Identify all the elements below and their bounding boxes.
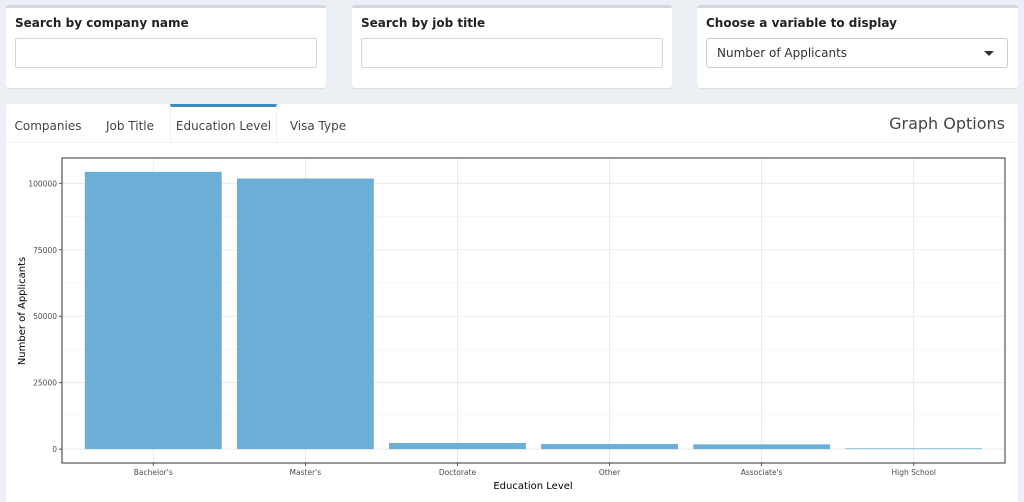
y-tick-label: 75000	[33, 246, 57, 255]
x-tick-label: Associate's	[741, 468, 783, 477]
education-level-bar-chart: 0 25000 50000 75000 100000 Bachelor's Master's…	[17, 157, 1006, 492]
y-tick-label: 25000	[33, 379, 57, 388]
y-tick-label: 50000	[33, 312, 57, 321]
x-tick-label: Bachelor's	[134, 468, 173, 477]
job-title-search-card: Search by job title	[352, 5, 672, 88]
main-panel: Companies Job Title Education Level Visa…	[6, 104, 1018, 502]
company-search-label: Search by company name	[15, 16, 189, 30]
bar	[541, 444, 678, 450]
x-tick-label: Master's	[290, 468, 322, 477]
x-axis-title: Education Level	[493, 481, 572, 492]
bar	[84, 171, 222, 450]
bar	[389, 443, 526, 450]
job-title-search-input[interactable]	[361, 38, 663, 68]
company-search-input[interactable]	[15, 38, 317, 68]
variable-select-value: Number of Applicants	[717, 46, 848, 60]
x-tick-label: Other	[599, 468, 621, 477]
y-tick-label: 0	[52, 445, 57, 454]
x-tick-label: High School	[891, 468, 936, 477]
bar	[845, 448, 983, 450]
y-tick-label: 100000	[28, 179, 57, 188]
dropdown-caret-icon	[984, 51, 994, 56]
variable-select-card: Choose a variable to display Number of A…	[697, 5, 1018, 88]
variable-select[interactable]: Number of Applicants	[706, 38, 1008, 68]
x-tick-label: Doctorate	[439, 468, 477, 477]
company-search-card: Search by company name	[6, 5, 326, 88]
variable-select-label: Choose a variable to display	[706, 16, 897, 30]
y-axis-title: Number of Applicants	[17, 257, 28, 365]
job-title-search-label: Search by job title	[361, 16, 486, 30]
bar	[693, 444, 831, 450]
bar	[236, 178, 374, 450]
